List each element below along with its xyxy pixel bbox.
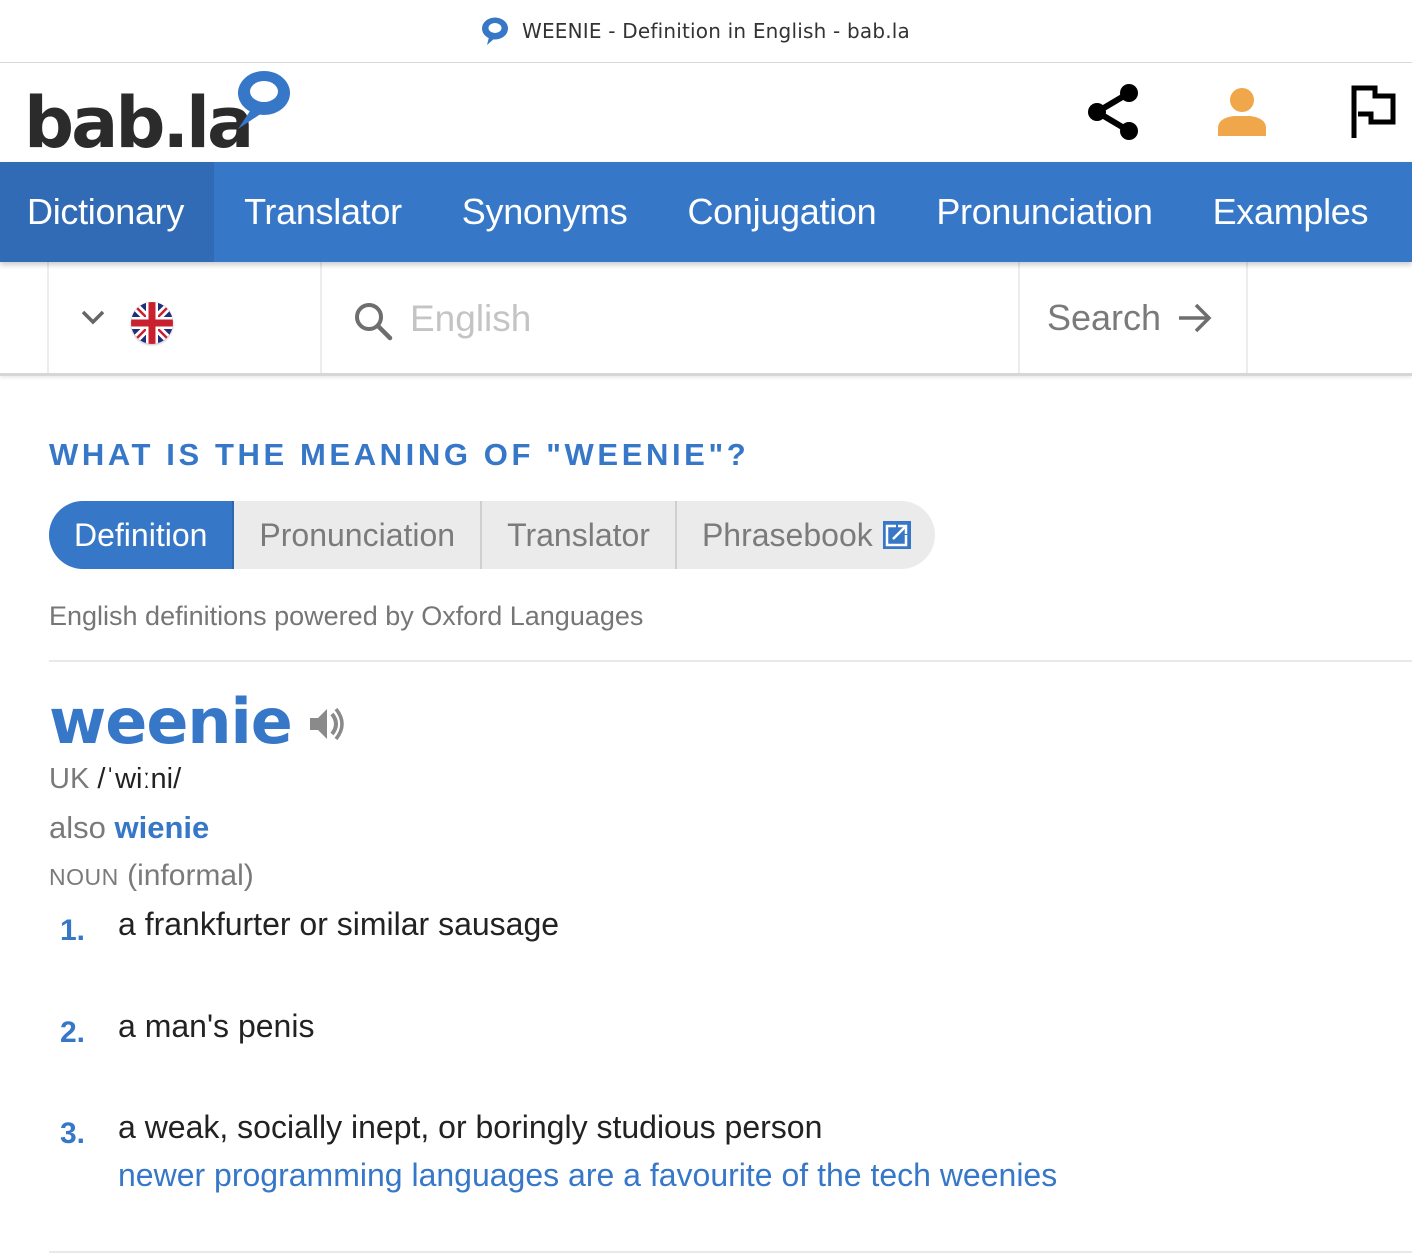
sense-number: 3. [60, 1117, 86, 1150]
tab-definition[interactable]: Definition [49, 501, 235, 569]
report-flag-button[interactable] [1342, 81, 1404, 143]
external-link-icon [882, 521, 911, 549]
bab-la-logo[interactable]: bab.la [24, 67, 290, 163]
part-of-speech: NOUN [49, 864, 119, 890]
search-button-label: Search [1047, 296, 1162, 338]
divider [47, 262, 49, 373]
pronunciation-line: UK /ˈwiːni/ [49, 763, 181, 796]
sense-definition: a frankfurter or similar sausage [118, 906, 560, 942]
search-input[interactable] [410, 290, 990, 348]
user-icon [1218, 88, 1266, 136]
search-icon [355, 303, 393, 341]
share-button[interactable] [1082, 81, 1144, 143]
entry-headword: weenie [49, 684, 348, 760]
user-account-button[interactable] [1211, 81, 1273, 143]
ipa-transcription: /ˈwiːni/ [97, 763, 182, 795]
site-header: bab.la [0, 63, 1412, 163]
tab-label: Translator [507, 516, 650, 553]
content-tabs: Definition Pronunciation Translator Phra… [49, 501, 935, 569]
divider [1246, 262, 1248, 373]
nav-item-pronunciation[interactable]: Pronunciation [906, 162, 1182, 262]
logo-speech-bubble-icon [238, 71, 290, 129]
browser-tab-title: WEENIE - Definition in English - bab.la [521, 19, 911, 43]
tab-label: Phrasebook [701, 516, 873, 553]
sense-definition: a man's penis [118, 1008, 315, 1044]
speaker-icon [309, 707, 344, 741]
nav-item-examples[interactable]: Examples [1183, 162, 1399, 262]
bab-la-favicon-icon [481, 17, 508, 45]
sense-example: newer programming languages are a favour… [118, 1157, 1058, 1193]
uk-flag-icon [131, 302, 173, 344]
also-label: also [49, 810, 106, 845]
sense-number: 1. [60, 914, 86, 947]
main-nav: Dictionary Translator Synonyms Conjugati… [0, 162, 1412, 262]
tab-pronunciation[interactable]: Pronunciation [234, 501, 483, 569]
divider [49, 660, 1412, 662]
nav-item-conjugation[interactable]: Conjugation [657, 162, 906, 262]
variant-spelling: also wienie [49, 810, 209, 846]
page-heading: WHAT IS THE MEANING OF "WEENIE"? [49, 437, 750, 472]
arrow-right-icon [1179, 303, 1212, 332]
search-bar: Search [0, 262, 1412, 376]
sense-definition: a weak, socially inept, or boringly stud… [118, 1109, 823, 1145]
nav-item-translator[interactable]: Translator [214, 162, 432, 262]
divider [49, 1251, 1412, 1253]
flag-icon [1351, 85, 1396, 138]
share-icon [1088, 84, 1138, 140]
sense-number: 2. [60, 1016, 86, 1049]
headword-text: weenie [49, 685, 293, 758]
tab-phrasebook[interactable]: Phrasebook [677, 501, 935, 569]
browser-tab-bar: WEENIE - Definition in English - bab.la [0, 0, 1412, 63]
tab-label: Pronunciation [259, 516, 456, 553]
language-selector[interactable] [50, 262, 320, 373]
tab-label: Definition [74, 516, 208, 553]
powered-by-note: English definitions powered by Oxford La… [49, 601, 644, 631]
register-label: (informal) [127, 859, 254, 892]
part-of-speech-line: NOUN (informal) [49, 859, 254, 893]
nav-item-synonyms[interactable]: Synonyms [432, 162, 658, 262]
search-field [322, 262, 1018, 373]
nav-item-dictionary[interactable]: Dictionary [0, 162, 215, 262]
chevron-down-icon [81, 310, 105, 325]
search-button[interactable]: Search [1020, 262, 1246, 373]
audio-play-button[interactable] [308, 704, 348, 744]
tab-translator[interactable]: Translator [482, 501, 677, 569]
pronunciation-region: UK [49, 763, 90, 795]
variant-link[interactable]: wienie [115, 810, 210, 845]
